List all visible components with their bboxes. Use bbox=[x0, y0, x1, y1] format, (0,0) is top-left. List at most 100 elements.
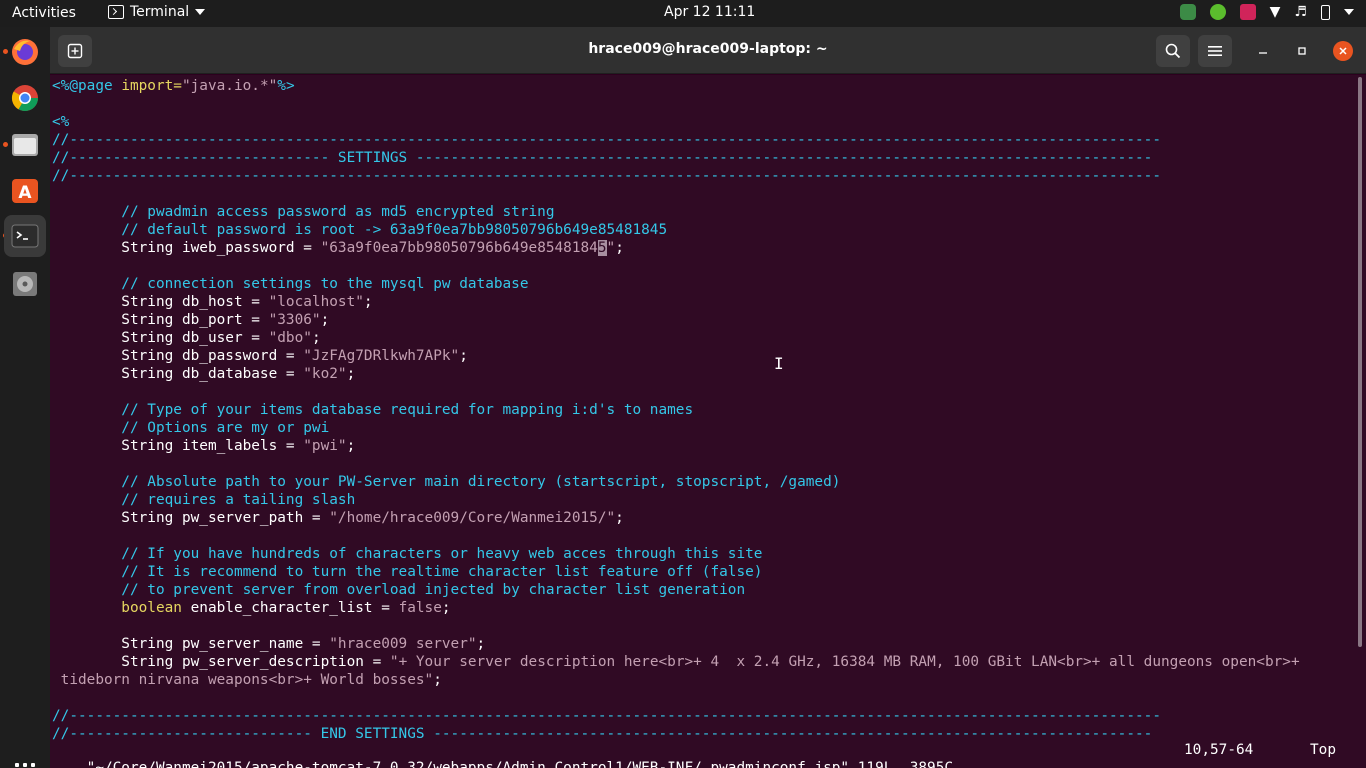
code-line[interactable]: String pw_server_path = "/home/hrace009/… bbox=[52, 509, 624, 527]
terminal-scrollbar[interactable] bbox=[1356, 75, 1366, 768]
close-icon bbox=[1339, 47, 1347, 55]
code-line[interactable]: String item_labels = "pwi"; bbox=[52, 437, 355, 455]
menu-icon bbox=[1208, 46, 1222, 56]
code-line[interactable]: // If you have hundreds of characters or… bbox=[52, 545, 762, 563]
scrollbar-thumb[interactable] bbox=[1358, 77, 1362, 647]
code-token: String db_user = bbox=[52, 330, 269, 346]
code-token: // Type of your items database required … bbox=[52, 402, 694, 418]
activities-button[interactable]: Activities bbox=[12, 5, 76, 21]
code-line[interactable]: <% bbox=[52, 113, 69, 131]
code-token: // pwadmin access password as md5 encryp… bbox=[52, 204, 555, 220]
terminal-icon bbox=[108, 5, 124, 19]
code-line[interactable]: String iweb_password = "63a9f0ea7bb98050… bbox=[52, 239, 624, 257]
code-line[interactable]: //--------------------------------------… bbox=[52, 131, 1161, 149]
code-token: import= bbox=[121, 78, 182, 94]
code-token: %> bbox=[277, 78, 295, 94]
code-token: "java.io.*" bbox=[181, 78, 278, 94]
firefox-icon[interactable] bbox=[8, 35, 42, 69]
code-token: String db_password = bbox=[52, 348, 304, 364]
code-token: String item_labels = bbox=[52, 438, 304, 454]
code-token: String db_host = bbox=[52, 294, 269, 310]
status-file-info: "~/Core/Wanmei2015/apache-tomcat-7.0.32/… bbox=[86, 760, 954, 768]
maximize-icon bbox=[1298, 47, 1306, 55]
search-button[interactable] bbox=[1156, 35, 1190, 67]
check-icon[interactable] bbox=[1209, 4, 1226, 20]
chevron-down-icon[interactable] bbox=[1344, 9, 1354, 15]
code-token: "localhost" bbox=[268, 294, 364, 310]
code-token: "ko2" bbox=[303, 366, 347, 382]
search-icon bbox=[1165, 43, 1181, 59]
svg-text:A: A bbox=[18, 183, 32, 203]
code-token: "63a9f0ea7bb98050796b649e8548184 bbox=[320, 240, 598, 256]
disc-icon[interactable] bbox=[8, 267, 42, 301]
code-token: // Options are my or pwi bbox=[52, 420, 330, 436]
code-token: String pw_server_path = bbox=[52, 510, 330, 526]
system-tray[interactable]: ▼ ♬ bbox=[1179, 4, 1354, 20]
minimize-button[interactable] bbox=[1253, 41, 1273, 61]
code-token: ; bbox=[320, 312, 330, 328]
code-line[interactable]: // connection settings to the mysql pw d… bbox=[52, 275, 529, 293]
code-token: enable_character_list = bbox=[190, 600, 399, 616]
app-indicator-icon[interactable] bbox=[1239, 4, 1256, 20]
terminal-icon[interactable] bbox=[4, 215, 46, 257]
code-line[interactable]: // It is recommend to turn the realtime … bbox=[52, 563, 762, 581]
code-token: ; bbox=[311, 330, 321, 346]
shield-icon[interactable] bbox=[1179, 4, 1196, 20]
code-line[interactable]: String db_password = "JzFAg7DRlkwh7APk"; bbox=[52, 347, 468, 365]
code-line[interactable]: String pw_server_description = "+ Your s… bbox=[52, 653, 1299, 671]
code-token: String iweb_password = bbox=[52, 240, 321, 256]
code-token: // connection settings to the mysql pw d… bbox=[52, 276, 529, 292]
close-button[interactable] bbox=[1333, 41, 1353, 61]
code-line[interactable]: //------------------------------ SETTING… bbox=[52, 149, 1152, 167]
code-token: //--------------------------------------… bbox=[52, 168, 1161, 184]
code-line[interactable]: // requires a tailing slash bbox=[52, 491, 355, 509]
code-line[interactable]: String db_port = "3306"; bbox=[52, 311, 329, 329]
code-token: tideborn nirvana weapons<br>+ World boss… bbox=[52, 672, 434, 688]
app-menu[interactable]: Terminal bbox=[108, 4, 206, 20]
code-line[interactable]: String db_user = "dbo"; bbox=[52, 329, 321, 347]
code-token: ; bbox=[459, 348, 468, 364]
vim-status-line: "~/Core/Wanmei2015/apache-tomcat-7.0.32/… bbox=[52, 741, 953, 768]
code-token: false bbox=[398, 600, 442, 616]
code-line[interactable]: String db_database = "ko2"; bbox=[52, 365, 355, 383]
terminal-content[interactable]: <%@page import="java.io.*"%> <% //--------… bbox=[50, 75, 1356, 768]
code-token: "3306" bbox=[268, 312, 321, 328]
maximize-button[interactable] bbox=[1292, 41, 1312, 61]
code-token: "JzFAg7DRlkwh7APk" bbox=[303, 348, 460, 364]
code-line[interactable]: //--------------------------------------… bbox=[52, 167, 1161, 185]
code-line[interactable]: String db_host = "localhost"; bbox=[52, 293, 372, 311]
show-applications-icon[interactable] bbox=[15, 763, 35, 768]
code-line[interactable]: // Options are my or pwi bbox=[52, 419, 329, 437]
battery-icon[interactable] bbox=[1321, 4, 1330, 20]
volume-icon[interactable]: ♬ bbox=[1294, 4, 1307, 20]
software-store-icon[interactable]: A bbox=[8, 173, 42, 207]
app-menu-label: Terminal bbox=[130, 4, 190, 20]
clock[interactable]: Apr 12 11:11 bbox=[664, 4, 755, 20]
window-titlebar[interactable]: hrace009@hrace009-laptop: ~ bbox=[50, 27, 1366, 74]
code-line[interactable]: // Absolute path to your PW-Server main … bbox=[52, 473, 840, 491]
code-line[interactable]: <%@page import="java.io.*"%> bbox=[52, 77, 295, 95]
code-token: //---------------------------- END SETTI… bbox=[52, 726, 1153, 742]
code-line[interactable]: // to prevent server from overload injec… bbox=[52, 581, 745, 599]
code-token: ; bbox=[346, 438, 356, 454]
code-token: boolean bbox=[52, 600, 191, 616]
code-token: // requires a tailing slash bbox=[52, 492, 356, 508]
code-line[interactable]: // default password is root -> 63a9f0ea7… bbox=[52, 221, 667, 239]
code-line[interactable]: String pw_server_name = "hrace009 server… bbox=[52, 635, 485, 653]
hamburger-menu-button[interactable] bbox=[1198, 35, 1232, 67]
code-token: String db_database = bbox=[52, 366, 304, 382]
files-icon[interactable] bbox=[8, 127, 42, 161]
code-line[interactable]: tideborn nirvana weapons<br>+ World boss… bbox=[52, 671, 442, 689]
code-token: // to prevent server from overload injec… bbox=[52, 582, 746, 598]
code-line[interactable]: boolean enable_character_list = false; bbox=[52, 599, 450, 617]
wifi-icon[interactable]: ▼ bbox=[1270, 4, 1281, 20]
dock: A bbox=[0, 27, 50, 768]
code-token: <% bbox=[52, 114, 70, 130]
chevron-down-icon bbox=[195, 9, 206, 15]
code-token: String pw_server_description = bbox=[52, 654, 390, 670]
chrome-icon[interactable] bbox=[8, 81, 42, 115]
code-token: <%@page bbox=[52, 78, 122, 94]
code-line[interactable]: // Type of your items database required … bbox=[52, 401, 693, 419]
code-line[interactable]: //--------------------------------------… bbox=[52, 707, 1161, 725]
code-line[interactable]: // pwadmin access password as md5 encryp… bbox=[52, 203, 555, 221]
